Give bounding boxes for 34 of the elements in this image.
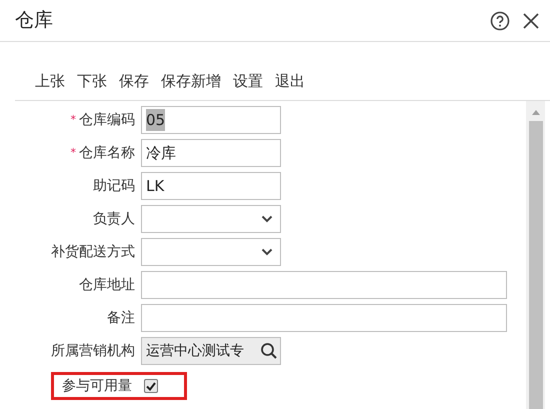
field-label: 仓库编码	[79, 110, 135, 130]
input-field[interactable]: 05	[141, 106, 281, 134]
close-icon[interactable]	[522, 12, 540, 30]
input-field[interactable]: LK	[141, 172, 281, 200]
field-label: 补货配送方式	[51, 242, 135, 262]
window-title: 仓库	[15, 8, 53, 34]
toolbar-button[interactable]: 保存新增	[161, 70, 221, 92]
lookup-field[interactable]: 运营中心测试专	[141, 337, 281, 365]
input-field[interactable]: 冷库	[141, 139, 281, 167]
toolbar-button[interactable]: 上张	[35, 70, 65, 92]
field-label: 负责人	[93, 210, 135, 228]
field-label: 仓库地址	[79, 276, 135, 294]
toolbar-button[interactable]: 保存	[119, 70, 149, 92]
field-label: 所属营销机构	[51, 342, 135, 360]
scrollbar-thumb[interactable]	[528, 121, 542, 409]
field-label: 仓库名称	[79, 144, 135, 162]
required-mark: *	[70, 144, 76, 160]
checkbox[interactable]	[144, 379, 158, 393]
toolbar-button[interactable]: 下张	[77, 70, 107, 92]
input-field[interactable]	[141, 304, 507, 332]
scroll-up-icon[interactable]	[530, 108, 540, 116]
toolbar-button[interactable]: 设置	[233, 70, 263, 92]
required-mark: *	[70, 112, 76, 128]
chevron-down-icon	[261, 215, 273, 223]
field-label: 参与可用量	[62, 376, 132, 396]
toolbar-button[interactable]: 退出	[275, 70, 305, 92]
field-label: 助记码	[93, 176, 135, 196]
search-icon[interactable]	[260, 342, 278, 360]
dropdown-field[interactable]	[141, 205, 281, 233]
chevron-down-icon	[261, 248, 273, 256]
dropdown-field[interactable]	[141, 238, 281, 266]
help-icon[interactable]	[490, 10, 510, 30]
field-label: 备注	[107, 308, 135, 328]
input-field[interactable]	[141, 271, 507, 299]
